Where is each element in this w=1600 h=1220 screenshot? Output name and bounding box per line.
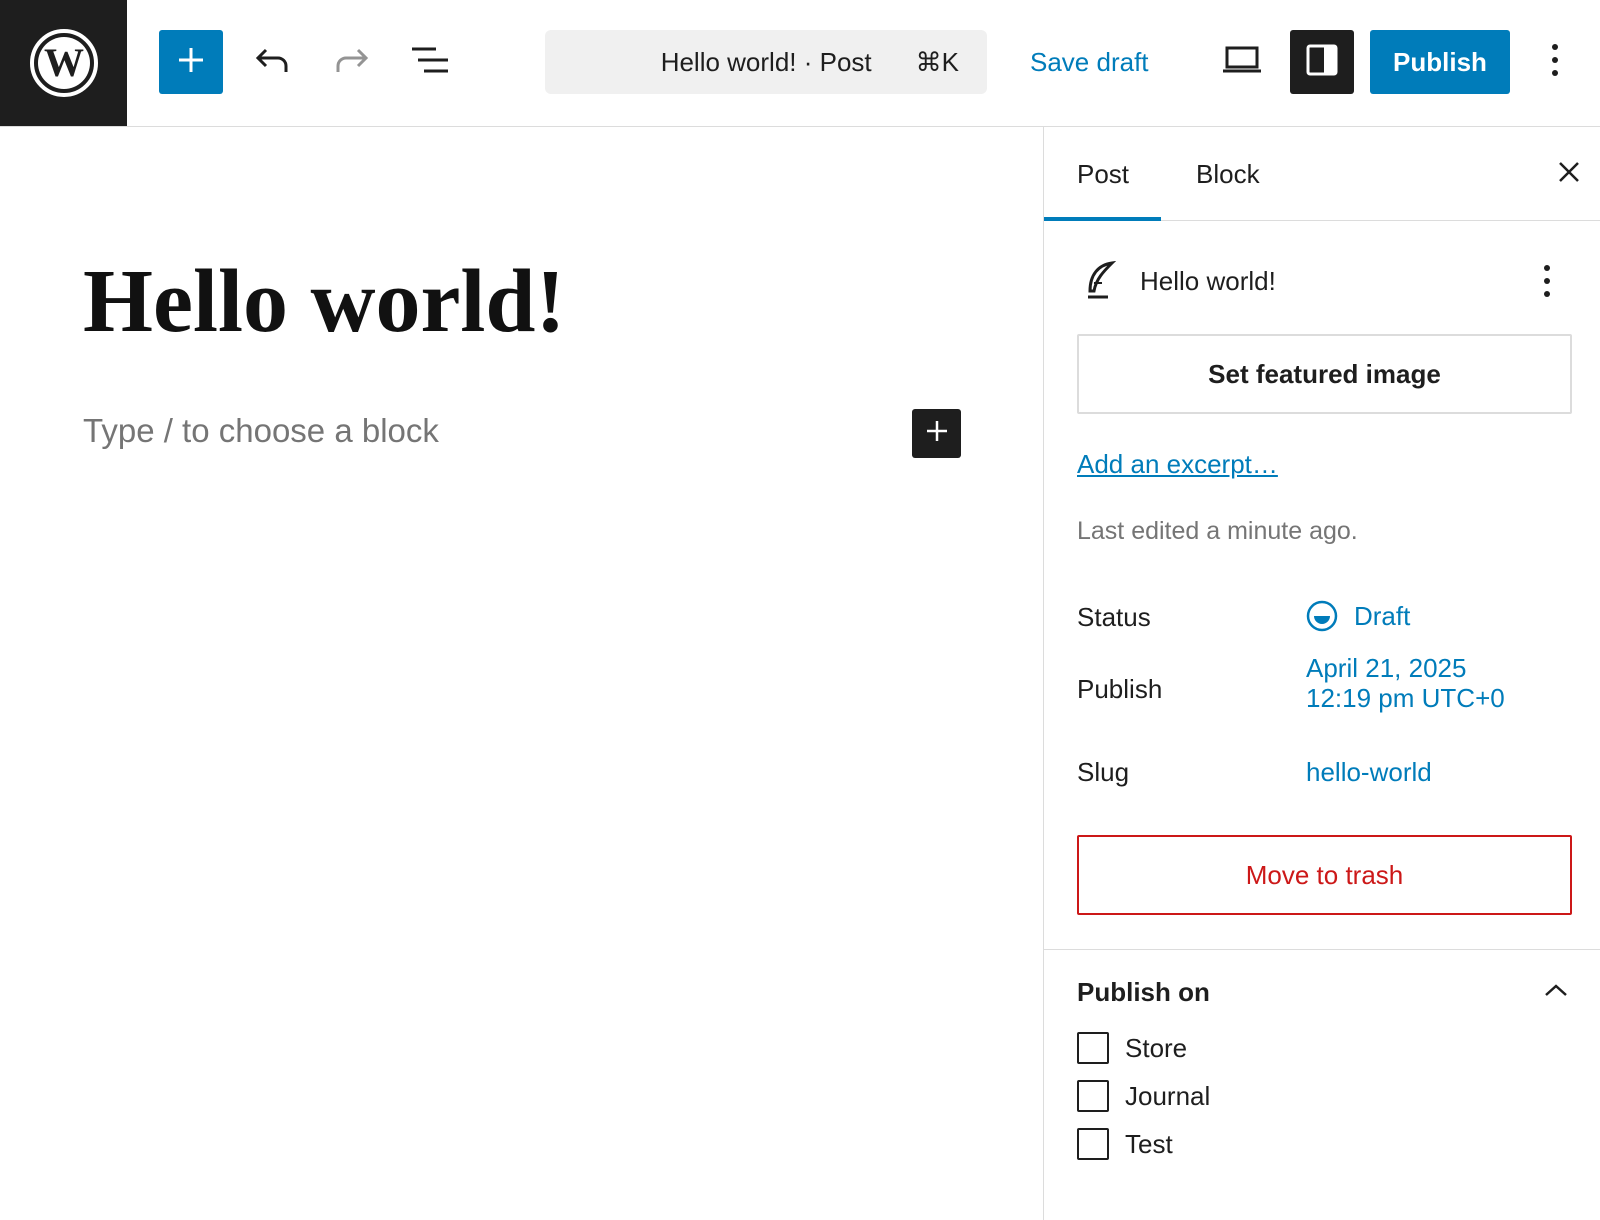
post-card-title: Hello world! [1140,266,1276,296]
desktop-preview-icon [1221,45,1263,80]
preview-button[interactable] [1210,30,1274,94]
document-overview-button[interactable] [398,30,462,94]
list-view-icon [410,45,450,80]
redo-icon [334,46,370,79]
command-title: Hello world! · Post [660,46,872,77]
checkbox[interactable] [1077,1032,1109,1064]
checkbox[interactable] [1077,1080,1109,1112]
checkbox[interactable] [1077,1128,1109,1160]
settings-sidebar: Post Block Hello world! Set featured ima… [1043,127,1600,1220]
slug-label: Slug [1077,757,1130,787]
options-menu-button[interactable] [1530,30,1580,94]
publish-button[interactable]: Publish [1370,30,1510,94]
panel-divider [1044,949,1600,950]
checkbox-label: Test [1125,1128,1173,1159]
publish-on-option-test[interactable]: Test [1077,1126,1173,1162]
publish-on-option-store[interactable]: Store [1077,1030,1187,1066]
plus-icon [176,45,206,80]
close-sidebar-button[interactable] [1542,147,1596,201]
publish-time: 12:19 pm UTC+0 [1306,683,1505,713]
settings-toggle-button[interactable] [1290,30,1354,94]
sidebar-tabs: Post Block [1044,127,1600,221]
slug-value-button[interactable]: hello-world [1306,757,1432,787]
publish-on-option-journal[interactable]: Journal [1077,1078,1210,1114]
publish-date-button[interactable]: April 21, 2025 12:19 pm UTC+0 [1306,653,1505,713]
command-shortcut: ⌘K [915,46,959,77]
status-value-button[interactable]: Draft [1306,600,1410,632]
tab-block[interactable]: Block [1196,127,1260,221]
publish-date: April 21, 2025 [1306,653,1467,683]
sidebar-toggle-icon [1305,43,1339,82]
draft-status-icon [1306,600,1338,632]
post-actions-button[interactable] [1527,256,1567,306]
checkbox-label: Journal [1125,1080,1211,1111]
undo-button[interactable] [240,30,304,94]
status-value: Draft [1354,601,1411,631]
plus-icon [925,419,949,448]
set-featured-image-button[interactable]: Set featured image [1077,334,1572,414]
block-placeholder[interactable]: Type / to choose a block [83,412,439,450]
post-card: Hello world! [1077,254,1567,310]
publish-date-label: Publish [1077,674,1163,704]
wordpress-logo-icon[interactable]: W [0,0,127,126]
editor-canvas: Hello world! Type / to choose a block [0,127,1043,1220]
last-edited-text: Last edited a minute ago. [1077,517,1358,545]
feather-icon [1077,259,1121,303]
command-center[interactable]: Hello world! · Post ⌘K [545,30,987,94]
move-to-trash-button[interactable]: Move to trash [1077,835,1572,915]
active-tab-indicator [1044,217,1161,221]
publish-on-toggle-button[interactable] [1534,970,1578,1014]
checkbox-label: Store [1125,1032,1188,1063]
add-block-button[interactable] [912,409,961,458]
editor-header: W Hello world! · Post ⌘K Save draft Publ… [0,0,1600,127]
post-title[interactable]: Hello world! [83,252,565,351]
svg-text:W: W [44,40,84,85]
close-icon [1557,160,1581,189]
save-draft-button[interactable]: Save draft [1030,30,1149,94]
add-excerpt-link[interactable]: Add an excerpt… [1077,449,1278,480]
more-vertical-icon [1544,265,1550,297]
status-label: Status [1077,602,1151,632]
publish-on-title[interactable]: Publish on [1077,977,1210,1008]
redo-button[interactable] [320,30,384,94]
chevron-up-icon [1544,983,1568,1002]
tab-post[interactable]: Post [1077,127,1129,221]
more-vertical-icon [1551,43,1559,82]
block-inserter-button[interactable] [159,30,223,94]
undo-icon [254,46,290,79]
